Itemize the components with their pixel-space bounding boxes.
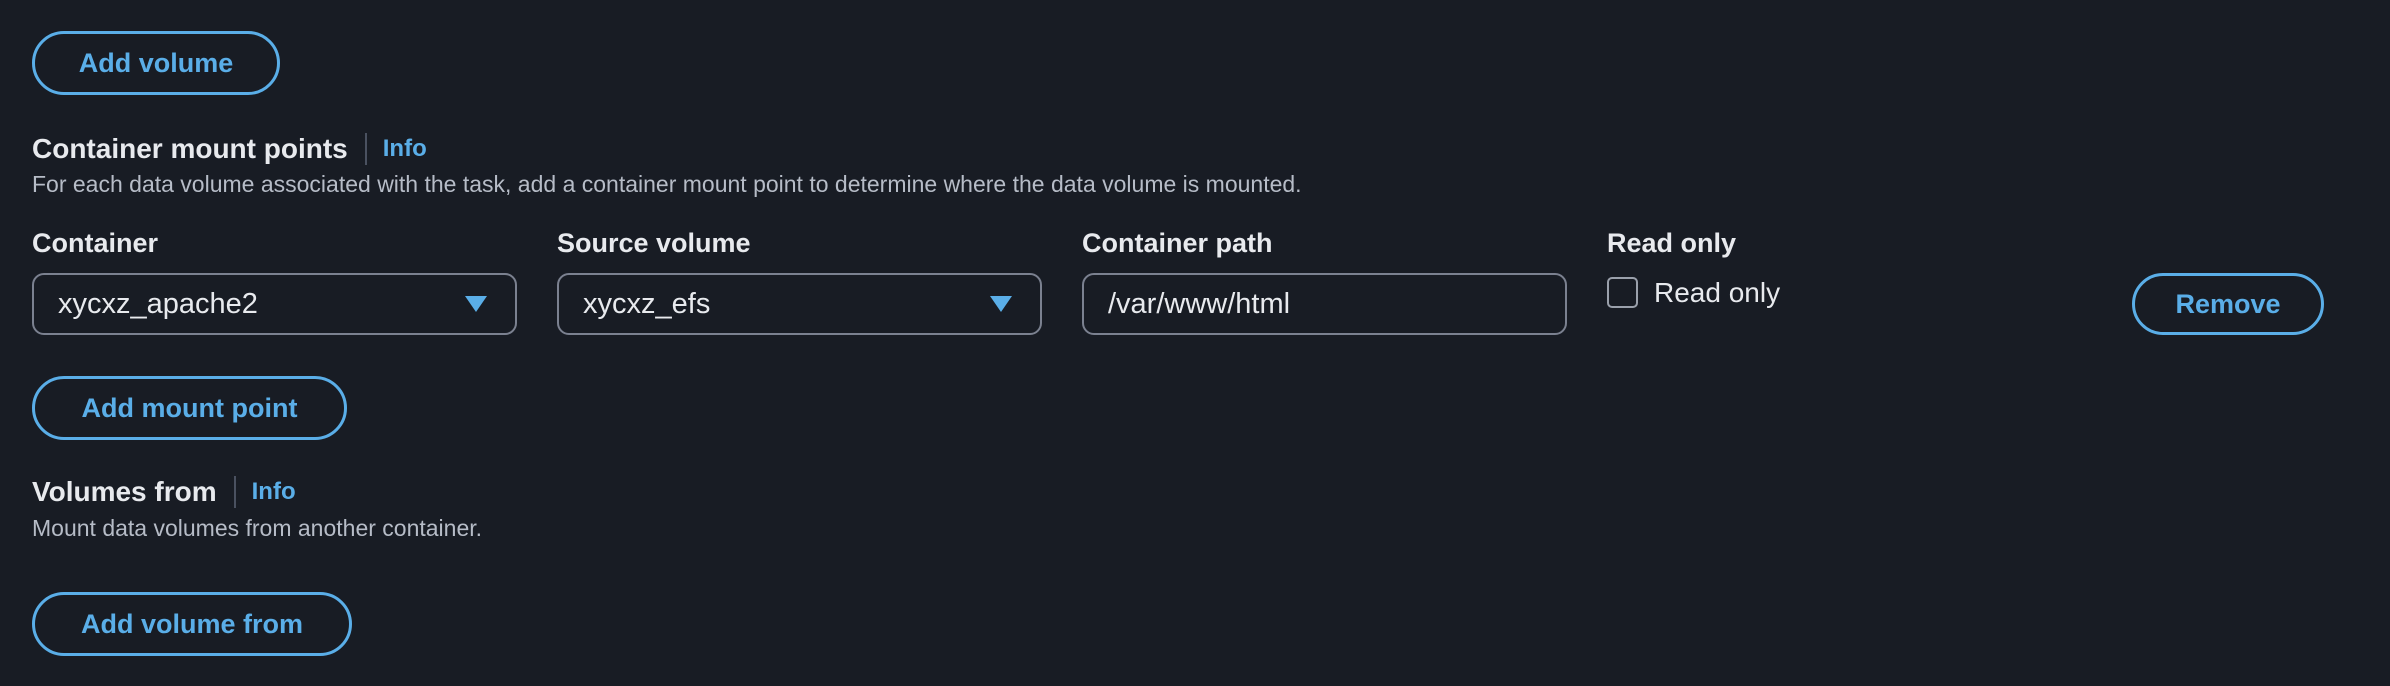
- mount-points-description: For each data volume associated with the…: [32, 171, 1302, 197]
- container-path-value: /var/www/html: [1108, 287, 1291, 320]
- source-volume-select-value: xycxz_efs: [583, 287, 711, 320]
- container-select[interactable]: xycxz_apache2: [32, 273, 517, 335]
- read-only-label: Read only: [1607, 228, 1737, 258]
- mount-points-title: Container mount points: [32, 133, 348, 164]
- title-divider: [233, 476, 236, 508]
- read-only-checkbox[interactable]: [1607, 277, 1638, 308]
- volumes-from-description: Mount data volumes from another containe…: [32, 515, 483, 541]
- mount-points-header: Container mount points Info: [32, 129, 427, 169]
- caret-down-icon: [465, 296, 487, 312]
- container-path-label: Container path: [1082, 228, 1273, 258]
- add-volume-button[interactable]: Add volume: [32, 31, 280, 95]
- add-volume-from-button[interactable]: Add volume from: [32, 592, 352, 656]
- caret-down-icon: [990, 296, 1012, 312]
- container-select-value: xycxz_apache2: [58, 287, 258, 320]
- source-volume-label: Source volume: [557, 228, 751, 258]
- volumes-from-info-link[interactable]: Info: [252, 478, 296, 506]
- remove-button[interactable]: Remove: [2132, 273, 2324, 335]
- volumes-from-header: Volumes from Info: [32, 472, 296, 512]
- container-label: Container: [32, 228, 159, 258]
- title-divider: [364, 133, 367, 165]
- mount-points-info-link[interactable]: Info: [383, 135, 427, 163]
- read-only-checkbox-label[interactable]: Read only: [1654, 277, 1780, 309]
- container-path-input[interactable]: /var/www/html: [1082, 273, 1567, 335]
- add-mount-point-button[interactable]: Add mount point: [32, 376, 347, 440]
- volumes-from-title: Volumes from: [32, 476, 217, 507]
- source-volume-select[interactable]: xycxz_efs: [557, 273, 1042, 335]
